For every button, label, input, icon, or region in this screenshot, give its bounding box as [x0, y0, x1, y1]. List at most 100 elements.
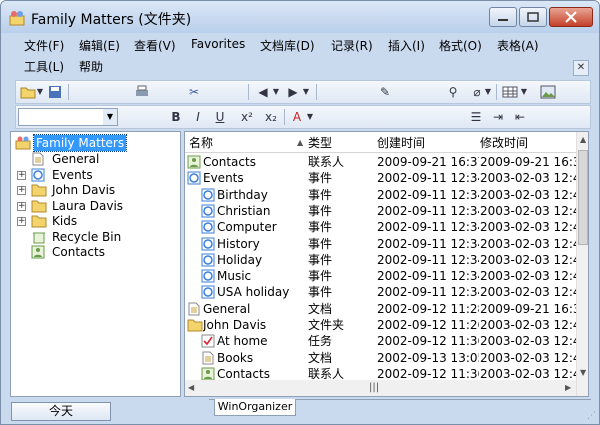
- cell-created: 2002-09-11 12:34:31: [377, 252, 479, 267]
- column-header-created[interactable]: 创建时间: [377, 134, 425, 152]
- scroll-right-icon[interactable]: ▶: [565, 383, 571, 392]
- vertical-scroll-thumb[interactable]: [578, 150, 588, 245]
- cut-icon[interactable]: ✂: [186, 84, 202, 100]
- minimize-button[interactable]: [489, 7, 517, 27]
- table-icon[interactable]: [502, 84, 518, 100]
- tree-item[interactable]: Laura Davis: [31, 198, 176, 214]
- font-name-combo[interactable]: ▼: [18, 108, 118, 126]
- expand-icon[interactable]: +: [17, 201, 26, 211]
- scroll-grip-icon[interactable]: |||: [369, 382, 379, 393]
- back-dropdown-icon[interactable]: ▼: [272, 84, 280, 100]
- menu-help[interactable]: 帮助: [79, 58, 103, 75]
- toolbar-separator: [68, 84, 69, 100]
- cell-created: 2002-09-13 13:05:37: [377, 350, 479, 365]
- attach-icon[interactable]: ⌀: [471, 84, 483, 100]
- expand-icon[interactable]: +: [17, 186, 26, 195]
- table-row[interactable]: Contacts 联系人 2009-09-21 16:37:402009-09-21…: [185, 154, 577, 170]
- menu-view[interactable]: 查看(V): [134, 37, 176, 54]
- table-row[interactable]: History 事件 2002-09-11 12:34:322003-02-03 1…: [185, 236, 577, 252]
- table-row[interactable]: At home 任务 2002-09-12 11:36:252003-02-03 1…: [185, 333, 577, 349]
- document-icon: [31, 152, 47, 166]
- menu-record[interactable]: 记录(R): [331, 37, 373, 54]
- scroll-down-icon[interactable]: ▼: [580, 368, 586, 377]
- font-color-icon[interactable]: A: [290, 109, 304, 125]
- cell-type: 事件: [308, 203, 333, 218]
- menu-favorites[interactable]: Favorites: [191, 37, 245, 51]
- print-icon[interactable]: [134, 84, 150, 100]
- menu-tools[interactable]: 工具(L): [24, 58, 64, 75]
- vertical-scrollbar[interactable]: ▲ ▼: [576, 132, 588, 396]
- document-close-button[interactable]: ✕: [573, 60, 589, 76]
- italic-button[interactable]: I: [192, 109, 204, 125]
- cell-modified: 2003-02-03 12:49:3: [480, 236, 576, 251]
- underline-button[interactable]: U: [214, 109, 226, 125]
- open-dropdown-icon[interactable]: ▼: [36, 84, 44, 100]
- bold-button[interactable]: B: [170, 109, 182, 125]
- forward-icon[interactable]: ▶: [286, 84, 300, 100]
- tree-item-label: Events: [52, 167, 93, 182]
- subscript-button[interactable]: x₂: [262, 109, 280, 125]
- format-toolbar: ▼ B I U x² x₂ A ▼ ☰ ⇥ ⇤: [15, 105, 591, 129]
- font-color-dropdown-icon[interactable]: ▼: [306, 109, 314, 125]
- table-row[interactable]: John Davis 文件夹 2002-09-12 11:26:322003-02-…: [185, 317, 577, 333]
- tree-item-root[interactable]: Family Matters: [15, 134, 175, 152]
- table-row[interactable]: Events 事件 2002-09-11 12:34:312003-02-03 12…: [185, 170, 577, 186]
- cell-type: 文档: [308, 350, 333, 365]
- tab-winorganizer[interactable]: WinOrganizer: [214, 399, 296, 416]
- tree-item[interactable]: Contacts: [31, 244, 176, 260]
- table-row[interactable]: Holiday 事件 2002-09-11 12:34:312003-02-03 1…: [185, 252, 577, 268]
- indent-icon[interactable]: ⇥: [490, 109, 506, 125]
- menu-format[interactable]: 格式(O): [439, 37, 482, 54]
- attach-dropdown-icon[interactable]: ▼: [484, 84, 492, 100]
- column-header-modified[interactable]: 修改时间: [480, 134, 528, 152]
- outdent-icon[interactable]: ⇤: [512, 109, 528, 125]
- column-header-type[interactable]: 类型: [308, 134, 332, 152]
- tree-item[interactable]: Kids: [31, 213, 176, 229]
- image-icon[interactable]: [540, 84, 556, 100]
- cell-created: 2002-09-12 11:28:12: [377, 301, 479, 316]
- horizontal-scrollbar[interactable]: ◀ ||| ▶: [185, 380, 576, 396]
- menu-file[interactable]: 文件(F): [24, 37, 64, 54]
- close-button[interactable]: [549, 7, 593, 27]
- open-folder-icon[interactable]: [20, 84, 36, 100]
- expand-icon[interactable]: +: [17, 217, 26, 226]
- table-row[interactable]: USA holiday 事件 2002-09-11 12:34:322003-02-…: [185, 284, 577, 300]
- tree-item-label: Contacts: [52, 245, 105, 259]
- edit-icon[interactable]: ✎: [378, 84, 392, 100]
- link-icon[interactable]: ⚲: [446, 84, 460, 100]
- menu-edit[interactable]: 编辑(E): [79, 37, 120, 54]
- tree-item[interactable]: John Davis: [31, 182, 176, 198]
- table-row[interactable]: Computer 事件 2002-09-11 12:34:332003-02-03 …: [185, 219, 577, 235]
- cell-type: 事件: [308, 171, 333, 186]
- scroll-up-icon[interactable]: ▲: [580, 135, 586, 144]
- scroll-left-icon[interactable]: ◀: [188, 383, 194, 392]
- menu-library[interactable]: 文档库(D): [260, 37, 315, 54]
- table-row[interactable]: General 文档 2002-09-12 11:28:122009-09-21 1…: [185, 301, 577, 317]
- forward-dropdown-icon[interactable]: ▼: [302, 84, 310, 100]
- table-row[interactable]: Birthday 事件 2002-09-11 12:34:312003-02-03 …: [185, 187, 577, 203]
- tree-item[interactable]: General: [31, 151, 176, 167]
- table-row[interactable]: Music 事件 2002-09-11 12:34:332003-02-03 12:…: [185, 268, 577, 284]
- back-icon[interactable]: ◀: [256, 84, 270, 100]
- item-list: 名称 ▲ 类型 创建时间 修改时间 Contacts 联系人 2009-09-21 …: [184, 131, 589, 397]
- menu-table[interactable]: 表格(A): [497, 37, 539, 54]
- table-row[interactable]: Christian 事件 2002-09-11 12:34:332003-02-03…: [185, 203, 577, 219]
- menu-insert[interactable]: 插入(I): [388, 37, 425, 54]
- table-dropdown-icon[interactable]: ▼: [520, 84, 528, 100]
- superscript-button[interactable]: x²: [238, 109, 256, 125]
- table-row[interactable]: Books 文档 2002-09-13 13:05:372003-02-03 12:…: [185, 350, 577, 366]
- expand-icon[interactable]: +: [17, 170, 26, 180]
- font-dropdown-icon[interactable]: ▼: [103, 109, 117, 125]
- save-icon[interactable]: [47, 84, 63, 100]
- status-bar: 今天 WinOrganizer ⋰: [1, 399, 599, 424]
- maximize-button[interactable]: [519, 7, 547, 27]
- cell-modified: 2009-09-21 16:38: [480, 301, 576, 316]
- align-left-icon[interactable]: ☰: [468, 109, 484, 125]
- column-header-name[interactable]: 名称: [189, 134, 213, 152]
- today-button[interactable]: 今天: [11, 402, 111, 421]
- event-icon: [187, 171, 201, 185]
- cell-modified: 2003-02-03 12:49:3: [480, 171, 576, 186]
- tree-item[interactable]: Recycle Bin: [31, 229, 176, 245]
- tree-item[interactable]: Events: [31, 167, 176, 183]
- resize-grip-icon[interactable]: ⋰: [587, 411, 596, 421]
